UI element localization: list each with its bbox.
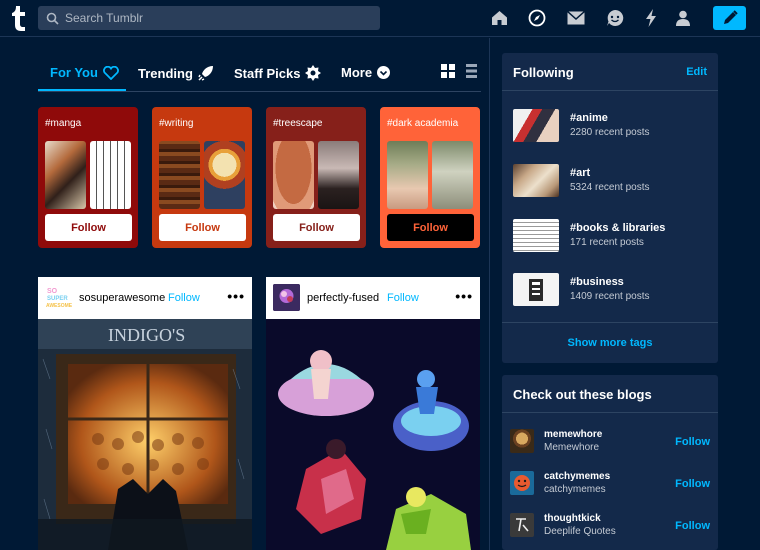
- tag-card-manga[interactable]: #manga Follow: [38, 107, 138, 248]
- panel-title: Following: [513, 65, 574, 80]
- show-more-tags-link[interactable]: Show more tags: [502, 337, 718, 349]
- account-person-icon[interactable]: [673, 8, 693, 28]
- svg-text:SO: SO: [47, 288, 58, 295]
- column-divider: [489, 38, 490, 550]
- blog-item-thoughtkick[interactable]: thoughtkick Deeplife Quotes Follow: [510, 513, 710, 545]
- follow-tag-button[interactable]: Follow: [45, 214, 132, 241]
- follow-blog-button[interactable]: Follow: [675, 478, 710, 490]
- post-username[interactable]: perfectly-fused: [307, 292, 379, 304]
- recommended-blogs-panel: Check out these blogs memewhore Memewhor…: [502, 375, 718, 550]
- avatar: [510, 429, 534, 453]
- heart-icon: [102, 65, 119, 80]
- avatar: [510, 513, 534, 537]
- post-card: perfectly-fused Follow •••: [266, 277, 480, 550]
- following-tag-books[interactable]: #books & libraries 171 recent posts: [513, 219, 709, 255]
- follow-tag-button[interactable]: Follow: [273, 214, 360, 241]
- follow-tag-button[interactable]: Follow: [159, 214, 246, 241]
- avatar: [510, 471, 534, 495]
- post-header: SO SUPER AWESOME sosuperawesome Follow •…: [38, 277, 252, 319]
- blog-item-catchymemes[interactable]: catchymemes catchymemes Follow: [510, 471, 710, 503]
- activity-lightning-icon[interactable]: [641, 8, 661, 28]
- chat-smile-icon[interactable]: [605, 8, 625, 28]
- panel-divider: [502, 90, 718, 91]
- following-panel: Following Edit #anime 2280 recent posts …: [502, 53, 718, 363]
- search-bar[interactable]: [38, 6, 380, 30]
- panel-divider: [502, 322, 718, 323]
- more-options-icon[interactable]: •••: [455, 288, 473, 304]
- mail-icon[interactable]: [566, 8, 586, 28]
- avatar[interactable]: [273, 284, 300, 311]
- tag-thumbnail: [513, 273, 559, 306]
- following-tag-anime[interactable]: #anime 2280 recent posts: [513, 109, 709, 145]
- panel-divider: [502, 412, 718, 413]
- follow-blog-button[interactable]: Follow: [675, 520, 710, 532]
- badge-icon: [305, 65, 322, 81]
- more-options-icon[interactable]: •••: [227, 288, 245, 304]
- tag-thumbnail: [318, 141, 359, 209]
- tag-thumbnail: [387, 141, 428, 209]
- post-follow-button[interactable]: Follow: [387, 292, 419, 304]
- rocket-icon: [198, 66, 213, 81]
- tab-staff-picks[interactable]: Staff Picks: [234, 65, 322, 81]
- tumblr-logo-icon[interactable]: [9, 6, 27, 31]
- tag-thumbnail: [432, 141, 473, 209]
- top-navbar: [0, 0, 760, 37]
- post-follow-button[interactable]: Follow: [168, 292, 200, 304]
- tag-card-writing[interactable]: #writing Follow: [152, 107, 252, 248]
- tag-thumbnail: [204, 141, 245, 209]
- feed-tabs: For You Trending Staff Picks More: [38, 56, 481, 92]
- active-tab-indicator: [38, 89, 126, 91]
- post-header: perfectly-fused Follow •••: [266, 277, 480, 319]
- tag-card-treescape[interactable]: #treescape Follow: [266, 107, 366, 248]
- blog-item-memewhore[interactable]: memewhore Memewhore Follow: [510, 429, 710, 461]
- tab-for-you[interactable]: For You: [50, 65, 119, 80]
- list-view-icon[interactable]: [466, 64, 477, 83]
- shop-sign-text: INDIGO'S: [108, 325, 185, 345]
- search-icon: [46, 12, 59, 25]
- tag-thumbnail: [513, 219, 559, 252]
- tag-card-dark-academia[interactable]: #dark academia Follow: [380, 107, 480, 248]
- svg-text:SUPER: SUPER: [47, 296, 68, 302]
- tag-thumbnail: [45, 141, 86, 209]
- post-username[interactable]: sosuperawesome: [79, 292, 165, 304]
- search-input[interactable]: [65, 11, 365, 25]
- grid-view-icon[interactable]: [441, 64, 455, 83]
- tag-thumbnail: [90, 141, 131, 209]
- explore-compass-icon[interactable]: [527, 8, 547, 28]
- svg-text:AWESOME: AWESOME: [46, 303, 72, 309]
- following-tag-business[interactable]: #business 1409 recent posts: [513, 273, 709, 309]
- edit-following-button[interactable]: Edit: [686, 66, 707, 78]
- pencil-icon: [723, 10, 738, 24]
- following-tag-art[interactable]: #art 5324 recent posts: [513, 164, 709, 200]
- home-icon[interactable]: [489, 8, 509, 28]
- panel-title: Check out these blogs: [513, 387, 652, 402]
- follow-tag-button[interactable]: Follow: [387, 214, 474, 241]
- chevron-down-icon: [377, 66, 391, 79]
- post-card: SO SUPER AWESOME sosuperawesome Follow •…: [38, 277, 252, 550]
- tag-thumbnail: [513, 164, 559, 197]
- tab-more[interactable]: More: [341, 65, 391, 80]
- post-image[interactable]: INDIGO'S: [38, 319, 252, 550]
- tag-thumbnail: [513, 109, 559, 142]
- post-image[interactable]: [266, 319, 480, 550]
- follow-blog-button[interactable]: Follow: [675, 436, 710, 448]
- compose-button[interactable]: [713, 6, 746, 30]
- avatar[interactable]: SO SUPER AWESOME: [45, 284, 72, 311]
- tab-trending[interactable]: Trending: [138, 65, 214, 81]
- tag-thumbnail: [273, 141, 314, 209]
- tag-thumbnail: [159, 141, 200, 209]
